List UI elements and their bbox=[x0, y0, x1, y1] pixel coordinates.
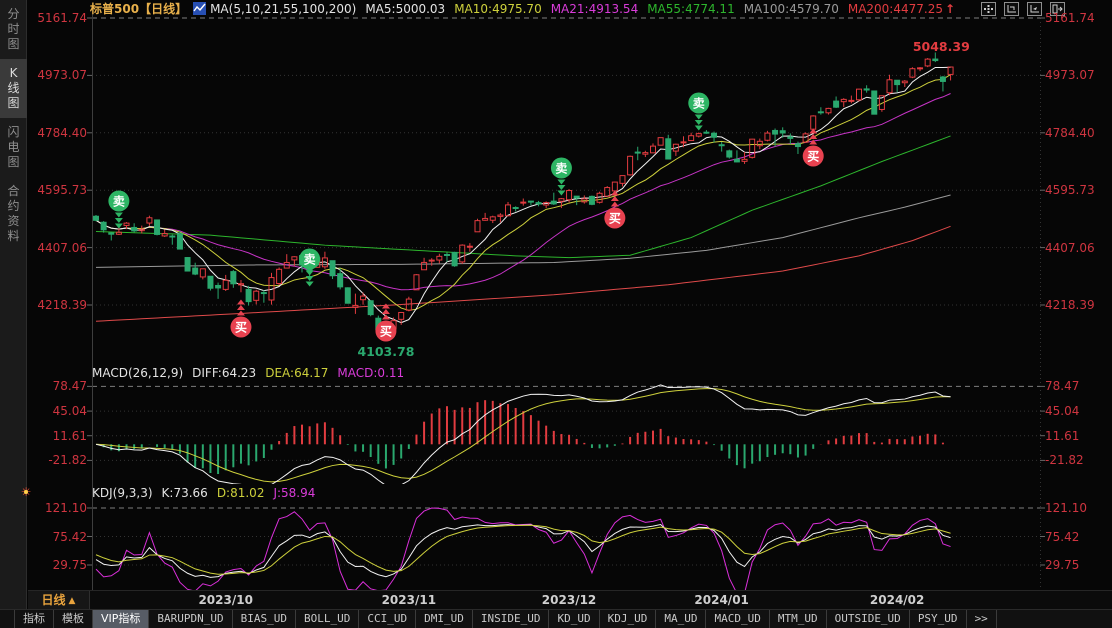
ma-header-value: MA200:4477.25 bbox=[847, 2, 943, 16]
tab-kdj_ud[interactable]: KDJ_UD bbox=[600, 610, 657, 628]
price-axis-label: 11.61 bbox=[52, 428, 87, 443]
low-price-label: 4103.78 bbox=[357, 344, 414, 359]
date-axis-label: 2024/02 bbox=[869, 593, 925, 607]
tab-bias_ud[interactable]: BIAS_UD bbox=[233, 610, 296, 628]
line-chart-icon bbox=[193, 2, 207, 19]
kdj-panel bbox=[95, 507, 951, 590]
price-axis-label: 78.47 bbox=[52, 379, 87, 394]
symbol-name: 标普500 bbox=[90, 2, 140, 16]
trade-signals: 卖买卖买卖买卖买 bbox=[108, 92, 824, 342]
tab-macd_ud[interactable]: MACD_UD bbox=[706, 610, 770, 628]
kdj-panel-header: KDJ(9,3,3) K:73.66 D:81.02 J:58.94 bbox=[92, 487, 324, 500]
tab-vip指标[interactable]: VIP指标 bbox=[93, 610, 150, 628]
tab-kd_ud[interactable]: KD_UD bbox=[549, 610, 600, 628]
price-axis-label: 78.47 bbox=[1045, 379, 1080, 394]
tab-barupdn_ud[interactable]: BARUPDN_UD bbox=[149, 610, 233, 628]
tab-mtm_ud[interactable]: MTM_UD bbox=[770, 610, 827, 628]
svg-text:卖: 卖 bbox=[693, 96, 705, 111]
svg-text:买: 买 bbox=[609, 212, 621, 226]
dropdown-up-arrow-icon: ▲ bbox=[68, 596, 76, 606]
date-axis-label: 2023/12 bbox=[541, 593, 597, 607]
kdj-d-value: D:81.02 bbox=[216, 486, 265, 500]
price-axis-label: 4218.39 bbox=[1045, 298, 1095, 312]
price-axis-label: 4595.73 bbox=[37, 183, 87, 198]
kdj-title: KDJ(9,3,3) bbox=[92, 486, 153, 500]
tab-cci_ud[interactable]: CCI_UD bbox=[359, 610, 417, 628]
main-price-panel bbox=[93, 52, 954, 340]
macd-diff-value: DIFF:64.23 bbox=[192, 366, 257, 380]
price-axis-label: 121.10 bbox=[1045, 501, 1087, 515]
price-axis-label: 11.61 bbox=[1045, 428, 1080, 443]
date-axis-label: 2024/01 bbox=[694, 593, 749, 607]
price-axis-label: 75.42 bbox=[1045, 529, 1080, 544]
macd-panel-header: MACD(26,12,9) DIFF:64.23 DEA:64.17 MACD:0.1… bbox=[92, 367, 413, 380]
price-axis-label: 4218.39 bbox=[37, 298, 87, 312]
svg-text:买: 买 bbox=[235, 321, 247, 335]
tab-inside_ud[interactable]: INSIDE_UD bbox=[473, 610, 550, 628]
price-axis-label: 4973.07 bbox=[37, 68, 87, 83]
trend-up-arrow-icon: ↑ bbox=[944, 2, 956, 16]
macd-dea-value: DEA:64.17 bbox=[265, 366, 329, 380]
ma-header-value: MA21:4913.54 bbox=[550, 2, 639, 16]
tab-dmi_ud[interactable]: DMI_UD bbox=[416, 610, 473, 628]
price-axis-label: -21.82 bbox=[1045, 453, 1084, 468]
indicator-tab-bar: 指标 模板 VIP指标 BARUPDN_UD BIAS_UD BOLL_UD CCI_UD D… bbox=[0, 609, 1112, 628]
price-axis-label: 4784.40 bbox=[37, 125, 87, 140]
tab-指标[interactable]: 指标 bbox=[14, 610, 54, 628]
price-axis-label: 5161.74 bbox=[1045, 11, 1095, 25]
price-axis-label: 4407.06 bbox=[37, 240, 87, 255]
scale-axis-tool-icon[interactable] bbox=[1004, 2, 1020, 16]
period-label: 【日线】 bbox=[139, 2, 188, 16]
price-axis-label: 4595.73 bbox=[1045, 183, 1095, 198]
ma-header-value: MA10:4975.70 bbox=[454, 2, 542, 16]
price-axis-label: 45.04 bbox=[52, 404, 87, 419]
tab-[interactable]: >> bbox=[967, 610, 997, 628]
ma-values: MA5:5000.03 MA10:4975.70 MA21:4913.54 MA55:… bbox=[356, 2, 943, 16]
move-tool-icon[interactable] bbox=[981, 2, 996, 16]
date-axis-bar: 日线 ▲ 2023/10 2023/11 2023/12 2024/01 2024/02 bbox=[28, 590, 1112, 609]
svg-text:买: 买 bbox=[380, 325, 392, 339]
price-axis-label: 29.75 bbox=[52, 558, 87, 572]
ma-header-value: MA55:4774.11 bbox=[647, 2, 735, 16]
trading-app-window: 分时图 K线图 闪电图 合约资料 卖买卖买卖买卖买 5048.39 4103.78 … bbox=[0, 0, 1112, 628]
sell-signal-marker: 卖 bbox=[688, 92, 710, 131]
period-selector-label: 日线 bbox=[41, 593, 66, 607]
price-axis-label: 45.04 bbox=[1045, 404, 1080, 419]
high-price-label: 5048.39 bbox=[913, 39, 970, 54]
svg-text:卖: 卖 bbox=[113, 194, 125, 209]
date-axis-label: 2023/10 bbox=[198, 593, 253, 607]
price-axis-label: 4407.06 bbox=[1045, 240, 1095, 255]
kdj-k-value: K:73.66 bbox=[161, 486, 208, 500]
price-axis-label: 4784.40 bbox=[1045, 125, 1095, 140]
svg-text:卖: 卖 bbox=[304, 252, 316, 267]
tab-outside_ud[interactable]: OUTSIDE_UD bbox=[827, 610, 910, 628]
price-axis-label: 4973.07 bbox=[1045, 68, 1095, 83]
kdj-j-value: J:58.94 bbox=[273, 486, 316, 500]
date-axis-label: 2023/11 bbox=[381, 593, 437, 607]
kdj-starburst-icon[interactable]: ✳ bbox=[19, 485, 33, 499]
period-selector-button[interactable]: 日线 ▲ bbox=[28, 591, 90, 609]
price-axis-label: 121.10 bbox=[45, 501, 87, 515]
price-axis-label: -21.82 bbox=[48, 453, 87, 468]
price-axis-label: 75.42 bbox=[52, 529, 87, 544]
macd-title: MACD(26,12,9) bbox=[92, 366, 184, 380]
tab-模板[interactable]: 模板 bbox=[54, 610, 93, 628]
ma-header-value: MA100:4579.70 bbox=[743, 2, 839, 16]
price-axis-label: 29.75 bbox=[1045, 558, 1080, 572]
chart-header: 标普500【日线】 MA(5,10,21,55,100,200) MA5:5000.… bbox=[90, 1, 955, 17]
macd-value: MACD:0.11 bbox=[337, 366, 405, 380]
macd-panel bbox=[95, 384, 952, 484]
svg-text:卖: 卖 bbox=[555, 161, 567, 176]
price-axis-label: 5161.74 bbox=[37, 11, 87, 25]
svg-text:买: 买 bbox=[807, 150, 819, 164]
ma-settings: MA(5,10,21,55,100,200) bbox=[210, 2, 357, 16]
tab-boll_ud[interactable]: BOLL_UD bbox=[296, 610, 360, 628]
tab-psy_ud[interactable]: PSY_UD bbox=[910, 610, 967, 628]
pan-axis-tool-icon[interactable] bbox=[1027, 2, 1043, 16]
tab-ma_ud[interactable]: MA_UD bbox=[656, 610, 707, 628]
ma-header-value: MA5:5000.03 bbox=[365, 2, 446, 16]
gridlines bbox=[87, 14, 1045, 590]
chart-canvas[interactable]: 卖买卖买卖买卖买5048.394103.78 bbox=[0, 0, 1112, 609]
